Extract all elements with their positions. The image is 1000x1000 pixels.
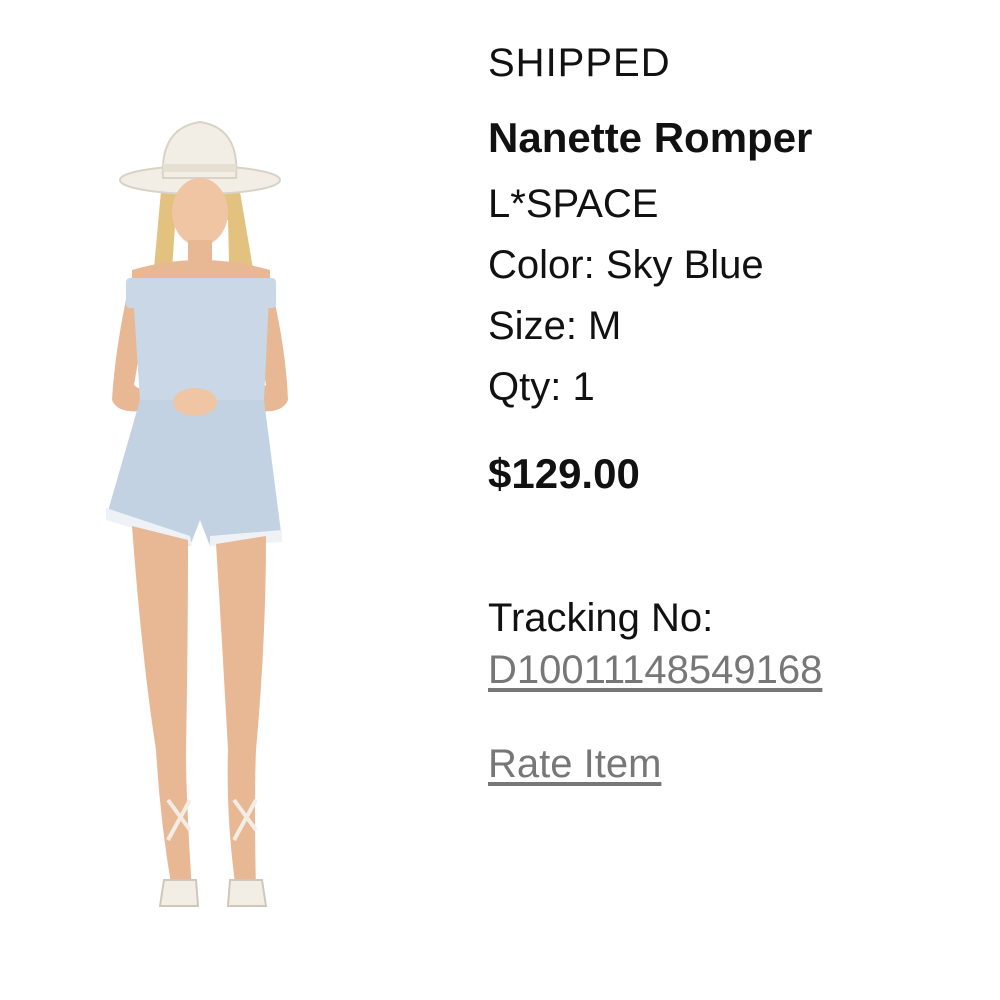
order-item-details: SHIPPED Nanette Romper L*SPACE Color: Sk… bbox=[488, 36, 988, 790]
tracking-number-link[interactable]: D10011148549168 bbox=[488, 644, 822, 696]
tracking-label: Tracking No: bbox=[488, 596, 714, 640]
product-price: $129.00 bbox=[488, 450, 640, 497]
order-item-page: SHIPPED Nanette Romper L*SPACE Color: Sk… bbox=[0, 0, 1000, 1000]
rate-item-link[interactable]: Rate Item bbox=[488, 738, 661, 790]
product-qty: Qty: 1 bbox=[488, 365, 595, 409]
shipment-status: SHIPPED bbox=[488, 41, 671, 85]
product-size: Size: M bbox=[488, 304, 622, 348]
product-brand: L*SPACE bbox=[488, 182, 659, 226]
product-name[interactable]: Nanette Romper bbox=[488, 112, 988, 164]
model-romper-illustration bbox=[106, 120, 288, 907]
product-image[interactable] bbox=[60, 100, 380, 930]
product-color: Color: Sky Blue bbox=[488, 243, 764, 287]
